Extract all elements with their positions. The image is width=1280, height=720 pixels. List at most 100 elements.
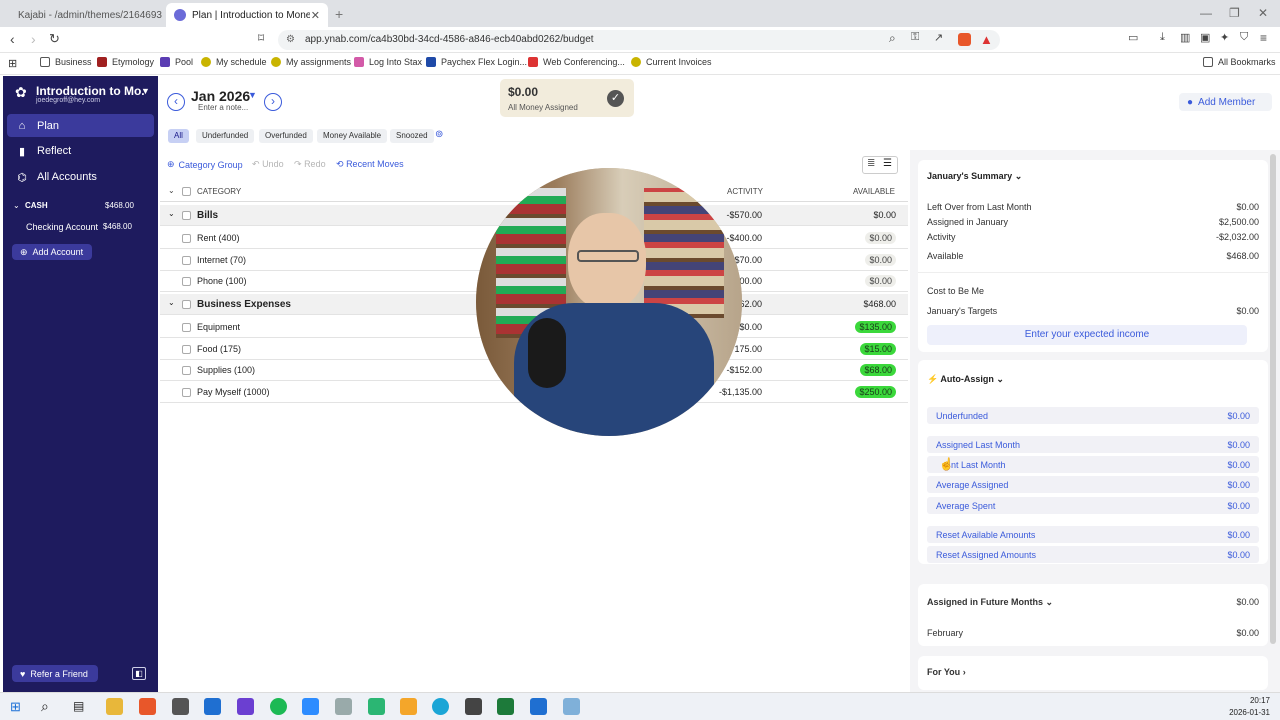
clock-date[interactable]: 2026-01-31 [1226,708,1270,717]
app-icon[interactable] [237,698,254,715]
excel-icon[interactable] [497,698,514,715]
reload-icon[interactable]: ↻ [49,31,60,47]
spotify-icon[interactable] [270,698,287,715]
expected-income-button[interactable]: Enter your expected income [927,325,1247,345]
collapse-sidebar-icon[interactable]: ◧ [132,667,146,680]
bookmark-pool[interactable]: Pool [160,57,193,67]
bookmark-my-schedule[interactable]: My schedule [201,57,267,67]
compact-view-icon[interactable]: ≣ [867,158,875,169]
vpn-icon[interactable]: ⛉ [1240,31,1248,44]
row-checkbox[interactable] [182,256,191,265]
filter-all[interactable]: All [168,129,189,143]
nav-plan[interactable]: ⌂ Plan [7,114,154,137]
filter-underfunded[interactable]: Underfunded [196,129,255,143]
zoom-app-icon[interactable] [302,698,319,715]
row-checkbox[interactable] [182,277,191,286]
windows-start-icon[interactable]: ⊞ [10,699,21,715]
future-months-title[interactable]: Assigned in Future Months ⌄ $0.00 [927,597,1259,608]
browser-tab-ynab[interactable]: Plan | Introduction to Money Ma ✕ [166,3,328,27]
nav-all-accounts[interactable]: ⌬ All Accounts [3,166,158,188]
cash-collapse-icon[interactable]: ⌄ [13,201,20,210]
bookmark-current-invoices[interactable]: Current Invoices [631,57,712,67]
undo-button[interactable]: ↶ Undo [252,159,284,170]
auto-assign-average-spent[interactable]: Average Spent $0.00 [927,497,1259,514]
close-tab-icon[interactable]: ✕ [311,9,320,22]
forward-icon[interactable]: › [31,31,36,47]
bookmark-etymology[interactable]: Etymology [97,57,154,67]
auto-assign-assigned-last-month[interactable]: Assigned Last Month $0.00 [927,436,1259,453]
list-view-icon[interactable]: ☰ [883,158,892,169]
rewards-icon[interactable]: ▲ [980,32,993,47]
month-title[interactable]: Jan 2026 [191,88,250,104]
month-dropdown-icon[interactable]: ▼ [248,90,257,100]
bookmark-web-conferencing[interactable]: Web Conferencing... [528,57,625,67]
month-note[interactable]: Enter a note... [198,103,248,112]
filter-overfunded[interactable]: Overfunded [259,129,313,143]
wallet-icon[interactable]: ▣ [1200,31,1210,44]
row-checkbox[interactable] [182,300,191,309]
key-icon[interactable]: ⚿ [911,31,919,44]
cash-group-label[interactable]: CASH [25,201,48,210]
browser-tab-kajabi[interactable]: Kajabi - /admin/themes/2164693237 [4,3,162,27]
ai-icon[interactable]: ✦ [1220,31,1229,44]
redo-button[interactable]: ↷ Redo [294,159,326,170]
for-you-card[interactable]: For You › [918,656,1268,690]
menu-icon[interactable]: ≡ [1260,31,1267,45]
outlook-icon[interactable] [204,698,221,715]
auto-assign-underfunded[interactable]: Underfunded $0.00 [927,407,1259,424]
select-all-checkbox[interactable] [182,187,191,196]
app-icon[interactable] [400,698,417,715]
filter-money-available[interactable]: Money Available [317,129,388,143]
account-checking[interactable]: Checking Account [26,222,98,232]
auto-assign-spent-last-month[interactable]: nt Last Month $0.00 [927,456,1259,473]
row-checkbox[interactable] [182,388,191,397]
zoom-icon[interactable]: ⌕ [889,31,896,46]
close-window-icon[interactable]: ✕ [1258,6,1268,20]
share-icon[interactable]: ↗ [934,31,943,44]
search-icon[interactable]: ⌕ [41,698,49,715]
refer-friend-button[interactable]: ♥ Refer a Friend [12,665,98,682]
calculator-icon[interactable] [465,698,482,715]
app-icon[interactable] [563,698,580,715]
task-view-icon[interactable]: ▤ [73,699,84,713]
filter-settings-icon[interactable]: ⊚ [435,129,443,140]
all-bookmarks[interactable]: All Bookmarks [1203,57,1276,67]
budget-name[interactable]: Introduction to Mo... [36,84,144,98]
calculator-app-icon[interactable] [172,698,189,715]
app-icon[interactable] [530,698,547,715]
bookmark-business[interactable]: Business [40,57,92,67]
clock-time[interactable]: 20:17 [1240,696,1270,705]
collapse-icon[interactable]: ⌄ [168,298,175,307]
collapse-icon[interactable]: ⌄ [168,209,175,218]
ready-to-assign[interactable]: $0.00 All Money Assigned ✓ [500,79,634,117]
bookmark-stax[interactable]: Log Into Stax [354,57,422,67]
row-checkbox[interactable] [182,323,191,332]
bookmark-paychex[interactable]: Paychex Flex Login... [426,57,527,67]
site-info-icon[interactable]: ⚙ [286,30,295,50]
apps-grid-icon[interactable]: ⊞ [8,57,17,70]
app-icon[interactable] [432,698,449,715]
brave-icon[interactable] [139,698,156,715]
nav-reflect[interactable]: ▮ Reflect [3,140,158,162]
bookmark-icon[interactable]: ⌑ [258,31,264,45]
collapse-all-icon[interactable]: ⌄ [168,186,175,195]
add-member-button[interactable]: ● Add Member [1179,93,1272,111]
app-icon[interactable] [335,698,352,715]
auto-assign-average-assigned[interactable]: Average Assigned $0.00 [927,476,1259,493]
reading-icon[interactable]: ▥ [1180,31,1190,44]
reset-assigned-amounts[interactable]: Reset Assigned Amounts $0.00 [927,546,1259,563]
restore-icon[interactable]: ❐ [1229,6,1240,20]
recent-moves-button[interactable]: ⟲ Recent Moves [336,159,404,170]
sidebar-toggle-icon[interactable]: ▭ [1128,31,1138,44]
summary-title[interactable]: January's Summary ⌄ [927,171,1022,182]
app-icon[interactable] [368,698,385,715]
prev-month-button[interactable]: ‹ [167,93,185,111]
auto-assign-title[interactable]: ⚡ Auto-Assign ⌄ [927,374,1004,385]
minimize-icon[interactable]: — [1200,6,1212,20]
reset-available-amounts[interactable]: Reset Available Amounts $0.00 [927,526,1259,543]
add-account-button[interactable]: ⊕ Add Account [12,244,92,260]
file-explorer-icon[interactable] [106,698,123,715]
filter-snoozed[interactable]: Snoozed [390,129,434,143]
bookmark-my-assignments[interactable]: My assignments [271,57,351,67]
row-checkbox[interactable] [182,366,191,375]
